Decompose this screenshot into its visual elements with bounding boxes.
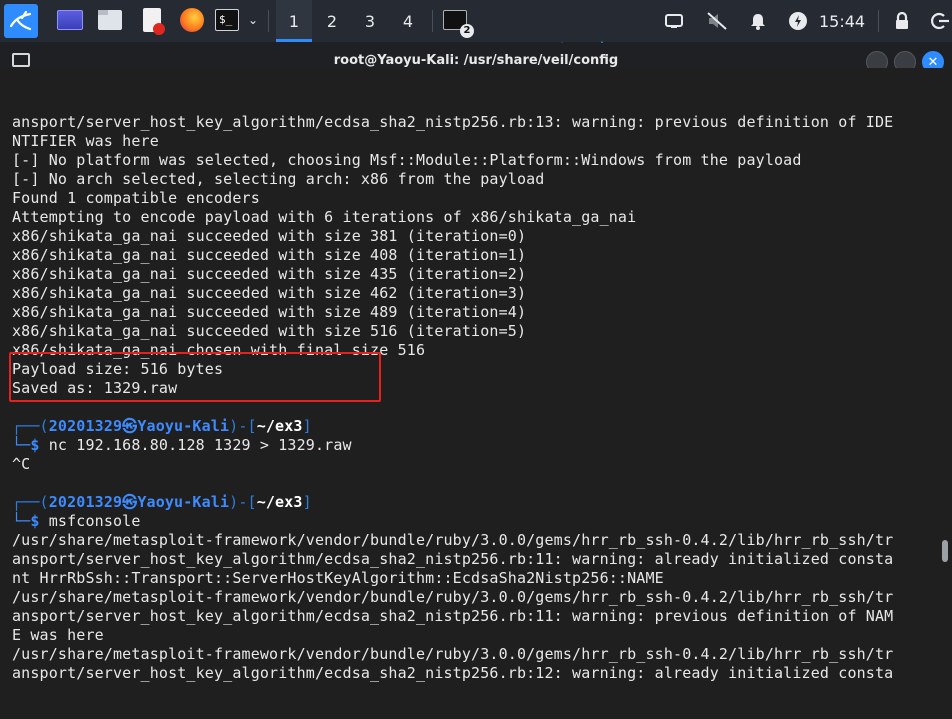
output-line: nt HrrRbSsh::Transport::ServerHostKeyAlg… xyxy=(12,569,664,587)
scrollbar[interactable] xyxy=(940,68,952,668)
output-line: ansport/server_host_key_algorithm/ecdsa_… xyxy=(12,664,894,682)
prompt-header: ┌──(20201329㉿Yaoyu-Kali)-[~/ex3] xyxy=(12,493,312,511)
output-line: ansport/server_host_key_algorithm/ecdsa_… xyxy=(12,550,894,568)
command-line: └─$ msfconsole xyxy=(12,512,141,530)
terminal-icon[interactable]: $_ xyxy=(212,5,242,35)
network-graph xyxy=(520,32,640,48)
lock-icon[interactable] xyxy=(893,0,911,42)
output-line: x86/shikata_ga_nai succeeded with size 3… xyxy=(12,227,527,245)
prompt-header: ┌──(20201329㉿Yaoyu-Kali)-[~/ex3] xyxy=(12,417,312,435)
output-line: x86/shikata_ga_nai succeeded with size 4… xyxy=(12,265,527,283)
command-line: └─$ nc 192.168.80.128 1329 > 1329.raw xyxy=(12,436,352,454)
desktop-icon[interactable] xyxy=(55,5,85,35)
highlight-box xyxy=(9,352,381,402)
task-count-badge: 2 xyxy=(460,24,474,38)
output-line: /usr/share/metasploit-framework/vendor/b… xyxy=(12,645,894,663)
divider xyxy=(878,10,879,32)
chevron-down-icon[interactable]: ⌄ xyxy=(243,5,263,35)
output-line: ^C xyxy=(12,455,31,473)
output-line: Attempting to encode payload with 6 iter… xyxy=(12,208,637,226)
scrollbar-thumb[interactable] xyxy=(942,540,948,562)
output-line: [-] No platform was selected, choosing M… xyxy=(12,151,802,169)
taskbar: $_ ⌄ 1 2 3 4 2 15:44 xyxy=(0,0,952,48)
divider xyxy=(268,10,269,32)
firefox-icon[interactable] xyxy=(177,5,207,35)
workspace-1[interactable]: 1 xyxy=(276,0,312,42)
screen-icon[interactable] xyxy=(665,0,683,42)
output-line: /usr/share/metasploit-framework/vendor/b… xyxy=(12,588,894,606)
logout-icon[interactable] xyxy=(930,0,950,42)
output-line: x86/shikata_ga_nai succeeded with size 4… xyxy=(12,303,527,321)
text-editor-icon[interactable] xyxy=(137,5,167,35)
workspace-4[interactable]: 4 xyxy=(390,0,426,42)
output-line: x86/shikata_ga_nai succeeded with size 4… xyxy=(12,284,527,302)
output-line: E was here xyxy=(12,626,104,644)
output-line: x86/shikata_ga_nai succeeded with size 5… xyxy=(12,322,527,340)
file-manager-icon[interactable] xyxy=(95,5,125,35)
output-line: Found 1 compatible encoders xyxy=(12,189,260,207)
terminal-task-icon[interactable]: 2 xyxy=(440,5,474,38)
kali-menu-icon[interactable] xyxy=(4,4,38,38)
power-manager-icon[interactable] xyxy=(788,0,808,42)
output-line: [-] No arch selected, selecting arch: x8… xyxy=(12,170,545,188)
divider xyxy=(432,10,433,32)
output-line: ansport/server_host_key_algorithm/ecdsa_… xyxy=(12,113,894,131)
output-line: ansport/server_host_key_algorithm/ecdsa_… xyxy=(12,607,894,625)
clock[interactable]: 15:44 xyxy=(819,0,865,42)
output-line: x86/shikata_ga_nai succeeded with size 4… xyxy=(12,246,527,264)
output-line: /usr/share/metasploit-framework/vendor/b… xyxy=(12,531,894,549)
output-line: NTIFIER was here xyxy=(12,132,159,150)
workspace-3[interactable]: 3 xyxy=(352,0,388,42)
workspace-2[interactable]: 2 xyxy=(314,0,350,42)
bell-icon[interactable] xyxy=(749,0,767,42)
volume-muted-icon[interactable] xyxy=(707,0,727,42)
